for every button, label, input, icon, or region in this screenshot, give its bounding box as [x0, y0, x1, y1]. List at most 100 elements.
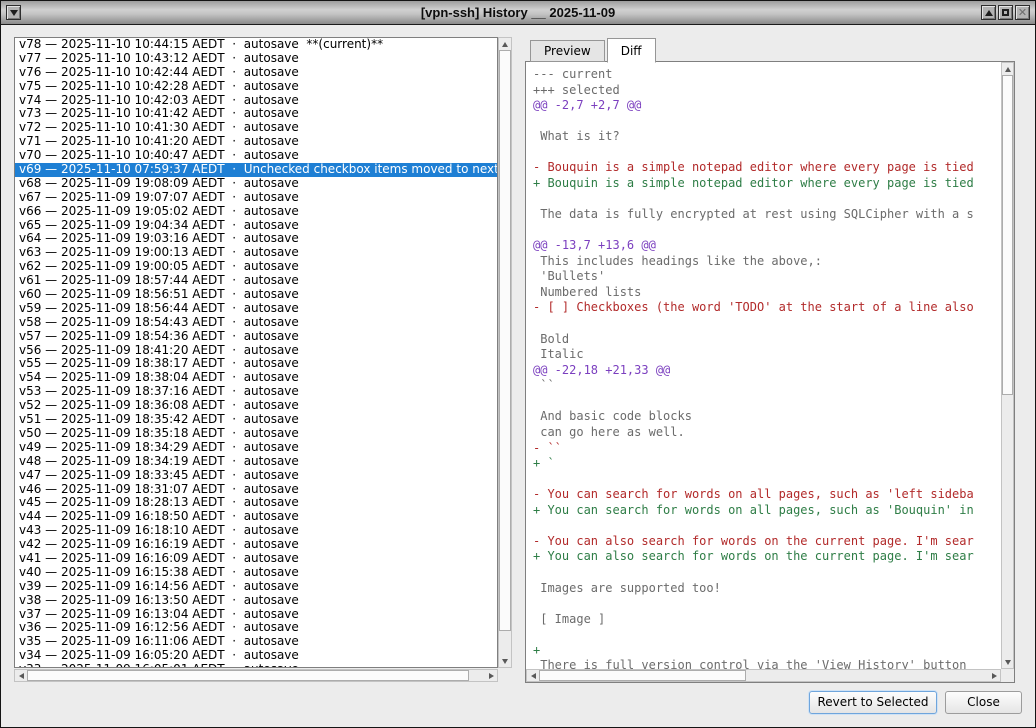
list-item[interactable]: v40 — 2025-11-09 16:15:38 AEDT · autosav…: [15, 566, 497, 580]
scroll-right-button[interactable]: [485, 670, 497, 681]
list-item[interactable]: v34 — 2025-11-09 16:05:20 AEDT · autosav…: [15, 649, 497, 663]
list-item[interactable]: v65 — 2025-11-09 19:04:34 AEDT · autosav…: [15, 219, 497, 233]
list-item[interactable]: v43 — 2025-11-09 16:18:10 AEDT · autosav…: [15, 524, 497, 538]
scroll-thumb[interactable]: [499, 50, 511, 631]
diff-horizontal-scrollbar[interactable]: [526, 669, 1001, 682]
list-item[interactable]: v64 — 2025-11-09 19:03:16 AEDT · autosav…: [15, 232, 497, 246]
list-item[interactable]: v60 — 2025-11-09 18:56:51 AEDT · autosav…: [15, 288, 497, 302]
tab-preview[interactable]: Preview: [530, 40, 605, 62]
diff-line: [533, 114, 1000, 130]
diff-line: ``: [533, 378, 1000, 394]
revert-to-selected-button[interactable]: Revert to Selected: [809, 691, 937, 714]
diff-line: @@ -13,7 +13,6 @@: [533, 238, 1000, 254]
list-item[interactable]: v52 — 2025-11-09 18:36:08 AEDT · autosav…: [15, 399, 497, 413]
list-item[interactable]: v72 — 2025-11-10 10:41:30 AEDT · autosav…: [15, 121, 497, 135]
list-item[interactable]: v59 — 2025-11-09 18:56:44 AEDT · autosav…: [15, 302, 497, 316]
list-item[interactable]: v69 — 2025-11-10 07:59:37 AEDT · Uncheck…: [15, 163, 497, 177]
list-item[interactable]: v74 — 2025-11-10 10:42:03 AEDT · autosav…: [15, 94, 497, 108]
scroll-up-button[interactable]: [1002, 63, 1013, 75]
list-item[interactable]: v39 — 2025-11-09 16:14:56 AEDT · autosav…: [15, 580, 497, 594]
list-item[interactable]: v61 — 2025-11-09 18:57:44 AEDT · autosav…: [15, 274, 497, 288]
list-item[interactable]: v33 — 2025-11-09 16:05:01 AEDT · autosav…: [15, 663, 497, 668]
list-item[interactable]: v67 — 2025-11-09 19:07:07 AEDT · autosav…: [15, 191, 497, 205]
scroll-down-button[interactable]: [1002, 656, 1013, 668]
diff-line: [533, 565, 1000, 581]
list-item[interactable]: v48 — 2025-11-09 18:34:19 AEDT · autosav…: [15, 455, 497, 469]
list-item[interactable]: v45 — 2025-11-09 18:28:13 AEDT · autosav…: [15, 496, 497, 510]
list-item[interactable]: v49 — 2025-11-09 18:34:29 AEDT · autosav…: [15, 441, 497, 455]
list-item[interactable]: v73 — 2025-11-10 10:41:42 AEDT · autosav…: [15, 107, 497, 121]
diff-line: [533, 596, 1000, 612]
list-item[interactable]: v54 — 2025-11-09 18:38:04 AEDT · autosav…: [15, 371, 497, 385]
list-item[interactable]: v76 — 2025-11-10 10:42:44 AEDT · autosav…: [15, 66, 497, 80]
list-item[interactable]: v44 — 2025-11-09 16:18:50 AEDT · autosav…: [15, 510, 497, 524]
window-menu-button[interactable]: [6, 5, 21, 20]
up-arrow-icon: [502, 42, 508, 47]
list-item[interactable]: v55 — 2025-11-09 18:38:17 AEDT · autosav…: [15, 357, 497, 371]
scroll-track[interactable]: [1002, 75, 1013, 656]
list-item[interactable]: v42 — 2025-11-09 16:16:19 AEDT · autosav…: [15, 538, 497, 552]
close-window-button[interactable]: ✕: [1015, 5, 1030, 20]
scroll-thumb[interactable]: [27, 670, 469, 681]
diff-line: There is full version control via the 'V…: [533, 658, 1000, 669]
scroll-track[interactable]: [27, 670, 485, 681]
maximize-button[interactable]: [998, 5, 1013, 20]
diff-line: Images are supported too!: [533, 581, 1000, 597]
list-item[interactable]: v36 — 2025-11-09 16:12:56 AEDT · autosav…: [15, 621, 497, 635]
scroll-left-button[interactable]: [15, 670, 27, 681]
notebook-tabs: Preview Diff: [530, 37, 658, 62]
close-button[interactable]: Close: [945, 691, 1022, 714]
close-icon: ✕: [1018, 7, 1027, 18]
list-item[interactable]: v63 — 2025-11-09 19:00:13 AEDT · autosav…: [15, 246, 497, 260]
diff-line: What is it?: [533, 129, 1000, 145]
list-item[interactable]: v70 — 2025-11-10 10:40:47 AEDT · autosav…: [15, 149, 497, 163]
list-item[interactable]: v56 — 2025-11-09 18:41:20 AEDT · autosav…: [15, 344, 497, 358]
list-item[interactable]: v78 — 2025-11-10 10:44:15 AEDT · autosav…: [15, 38, 497, 52]
list-item[interactable]: v47 — 2025-11-09 18:33:45 AEDT · autosav…: [15, 469, 497, 483]
scroll-track[interactable]: [539, 670, 988, 681]
tab-diff[interactable]: Diff: [607, 38, 656, 63]
list-item[interactable]: v50 — 2025-11-09 18:35:18 AEDT · autosav…: [15, 427, 497, 441]
diff-line: [ Image ]: [533, 612, 1000, 628]
down-arrow-icon: [502, 659, 508, 664]
diff-line: @@ -22,18 +21,33 @@: [533, 363, 1000, 379]
version-list[interactable]: v78 — 2025-11-10 10:44:15 AEDT · autosav…: [14, 37, 498, 668]
list-item[interactable]: v71 — 2025-11-10 10:41:20 AEDT · autosav…: [15, 135, 497, 149]
list-vertical-scrollbar[interactable]: [498, 37, 512, 668]
list-item[interactable]: v53 — 2025-11-09 18:37:16 AEDT · autosav…: [15, 385, 497, 399]
diff-line: - You can search for words on all pages,…: [533, 487, 1000, 503]
scroll-thumb[interactable]: [539, 670, 746, 681]
diff-text[interactable]: --- current+++ selected@@ -2,7 +2,7 @@ W…: [526, 62, 1000, 669]
list-item[interactable]: v75 — 2025-11-10 10:42:28 AEDT · autosav…: [15, 80, 497, 94]
diff-line: - ``: [533, 441, 1000, 457]
left-arrow-icon: [19, 673, 24, 679]
shade-icon: [985, 10, 993, 16]
up-arrow-icon: [1005, 67, 1011, 72]
scroll-up-button[interactable]: [499, 38, 511, 50]
list-horizontal-scrollbar[interactable]: [14, 669, 498, 682]
diff-line: [533, 394, 1000, 410]
shade-button[interactable]: [981, 5, 996, 20]
scroll-track[interactable]: [499, 50, 511, 655]
diff-line: Italic: [533, 347, 1000, 363]
list-item[interactable]: v58 — 2025-11-09 18:54:43 AEDT · autosav…: [15, 316, 497, 330]
list-item[interactable]: v68 — 2025-11-09 19:08:09 AEDT · autosav…: [15, 177, 497, 191]
scroll-thumb[interactable]: [1002, 75, 1013, 395]
scroll-left-button[interactable]: [527, 670, 539, 681]
list-item[interactable]: v46 — 2025-11-09 18:31:07 AEDT · autosav…: [15, 483, 497, 497]
diff-vertical-scrollbar[interactable]: [1001, 62, 1014, 669]
scroll-down-button[interactable]: [499, 655, 511, 667]
list-item[interactable]: v37 — 2025-11-09 16:13:04 AEDT · autosav…: [15, 608, 497, 622]
list-item[interactable]: v77 — 2025-11-10 10:43:12 AEDT · autosav…: [15, 52, 497, 66]
list-item[interactable]: v62 — 2025-11-09 19:00:05 AEDT · autosav…: [15, 260, 497, 274]
window-title: [vpn-ssh] History __ 2025-11-09: [61, 1, 975, 25]
diff-line: 'Bullets': [533, 269, 1000, 285]
scroll-right-button[interactable]: [988, 670, 1000, 681]
list-item[interactable]: v38 — 2025-11-09 16:13:50 AEDT · autosav…: [15, 594, 497, 608]
list-item[interactable]: v66 — 2025-11-09 19:05:02 AEDT · autosav…: [15, 205, 497, 219]
list-item[interactable]: v57 — 2025-11-09 18:54:36 AEDT · autosav…: [15, 330, 497, 344]
list-item[interactable]: v41 — 2025-11-09 16:16:09 AEDT · autosav…: [15, 552, 497, 566]
diff-line: + Bouquin is a simple notepad editor whe…: [533, 176, 1000, 192]
list-item[interactable]: v51 — 2025-11-09 18:35:42 AEDT · autosav…: [15, 413, 497, 427]
list-item[interactable]: v35 — 2025-11-09 16:11:06 AEDT · autosav…: [15, 635, 497, 649]
